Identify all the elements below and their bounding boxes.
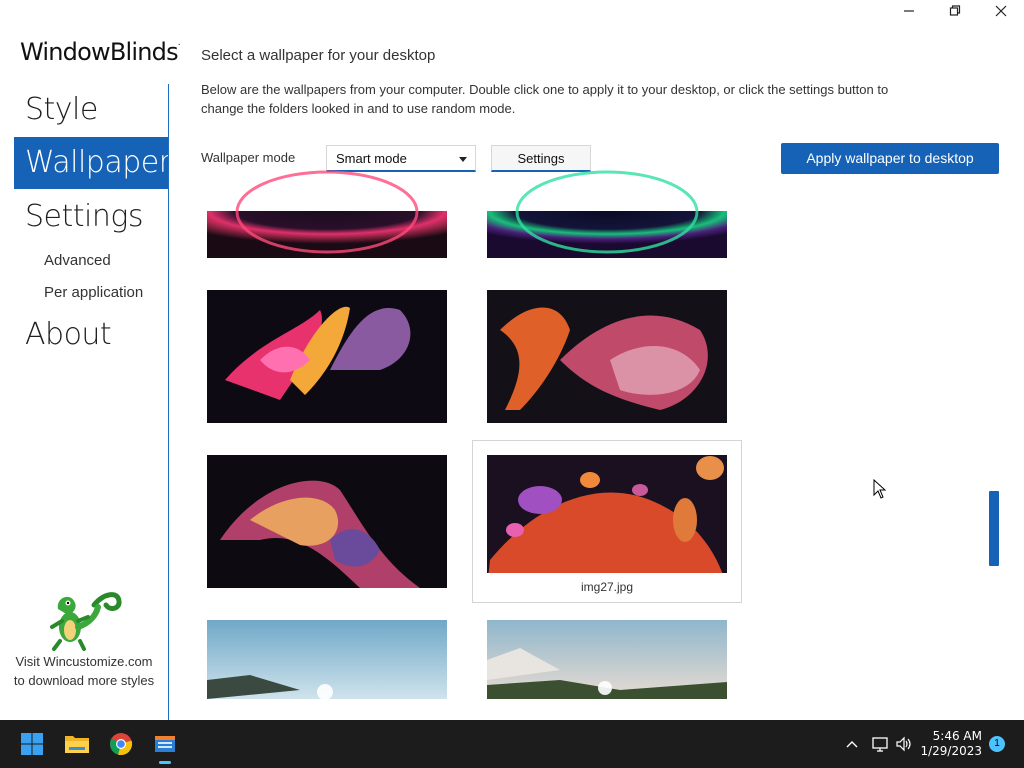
wallpaper-thumbnail[interactable] [487, 290, 727, 423]
wallpaper-thumbnail[interactable] [487, 620, 727, 699]
windowblinds-icon[interactable] [149, 728, 181, 764]
taskbar: 5:46 AM 1/29/2023 1 [0, 720, 1024, 768]
wallpaper-thumbnail[interactable] [207, 620, 447, 700]
wallpaper-thumbnail-img27[interactable] [487, 455, 727, 588]
notification-badge[interactable]: 1 [989, 736, 1005, 752]
chrome-icon[interactable] [105, 728, 137, 760]
volume-icon[interactable] [894, 734, 914, 754]
taskbar-clock[interactable]: 5:46 AM 1/29/2023 [920, 729, 982, 759]
wallpaper-thumbnail[interactable] [207, 455, 447, 588]
network-icon[interactable] [870, 734, 890, 754]
wallpaper-thumbnail[interactable] [207, 290, 447, 423]
scrollbar-thumb[interactable] [989, 491, 999, 566]
wallpaper-grid [207, 170, 727, 700]
windows-start-icon[interactable] [16, 728, 48, 760]
windowblinds-window: WindowBlinds. Style Wallpaper Settings A… [0, 0, 1024, 720]
clock-date: 1/29/2023 [920, 744, 982, 758]
thumbnail-filename: img27.jpg [580, 580, 634, 594]
mouse-cursor-icon [873, 479, 887, 499]
clock-time: 5:46 AM [932, 729, 982, 743]
wallpaper-thumbnail[interactable] [487, 170, 727, 258]
chevron-up-icon[interactable] [842, 734, 862, 754]
file-explorer-icon[interactable] [61, 728, 93, 760]
wallpaper-thumbnail[interactable] [207, 170, 447, 258]
